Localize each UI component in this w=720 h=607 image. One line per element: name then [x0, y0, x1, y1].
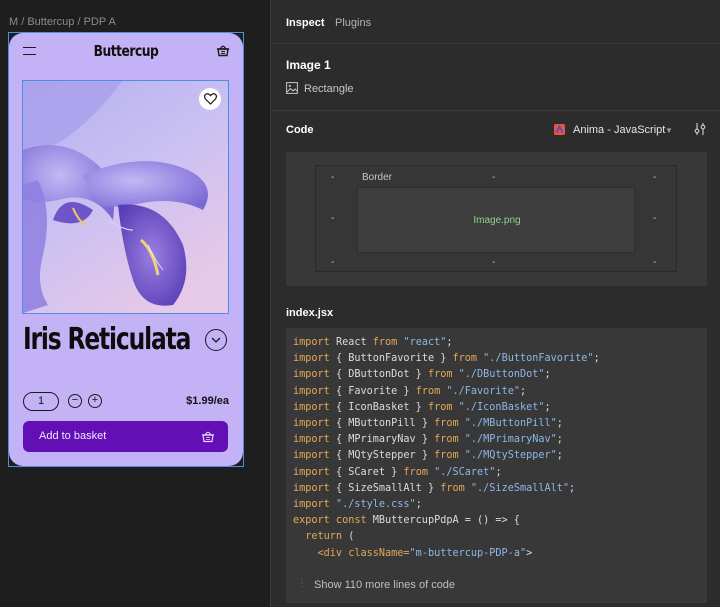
more-dots-icon: ⋮ [297, 578, 307, 589]
expand-caret-button[interactable] [205, 329, 227, 351]
layer-type: Rectangle [304, 83, 354, 95]
border-label: Border [362, 172, 393, 183]
box-dash: - [653, 172, 657, 183]
layer-name: Image 1 [286, 58, 331, 72]
add-to-basket-label: Add to basket [39, 430, 107, 442]
quantity-decrement-button[interactable]: − [68, 394, 82, 408]
layer-info: Image 1 Rectangle [271, 44, 720, 111]
code-line: import { MQtyStepper } from "./MQtyStepp… [293, 450, 563, 462]
show-more-code-button[interactable]: Show 110 more lines of code [314, 579, 455, 591]
inspector-panel: Inspect Plugins Image 1 Rectangle Code A… [270, 0, 720, 607]
image-icon [286, 82, 298, 94]
box-dash: - [653, 257, 657, 268]
chevron-down-icon[interactable]: ▼ [665, 126, 673, 135]
box-dash: - [331, 213, 335, 224]
image-selection-outline [22, 80, 229, 314]
code-line: import "./style.css"; [293, 499, 422, 510]
code-line: import React from "react"; [293, 337, 453, 348]
code-viewer[interactable]: import React from "react"; import { Butto… [286, 328, 707, 603]
box-dash: - [492, 257, 496, 268]
framework-selector[interactable]: Anima - JavaScript [573, 124, 665, 136]
code-line: <div className="m-buttercup-PDP-a"> [293, 547, 533, 559]
box-model: - Border - - - - - - - Image.png [286, 152, 707, 286]
quantity-increment-button[interactable]: + [88, 394, 102, 408]
code-line: import { DButtonDot } from "./DButtonDot… [293, 369, 551, 381]
add-to-basket-button[interactable]: Add to basket [23, 421, 228, 452]
quantity-field[interactable]: 1 [23, 392, 59, 411]
code-section-heading: Code [286, 124, 314, 136]
tab-inspect[interactable]: Inspect [286, 17, 325, 29]
primary-nav: Buttercup [9, 33, 243, 69]
basket-icon [202, 431, 214, 443]
box-dash: - [492, 172, 496, 183]
code-line: export const MButtercupPdpA = () => { [293, 515, 520, 527]
code-line: return ( [293, 531, 355, 543]
code-line: import { MPrimaryNav } from "./MPrimaryN… [293, 434, 563, 446]
brand-logo[interactable]: Buttercup [30, 42, 222, 60]
code-line: import { Favorite } from "./Favorite"; [293, 385, 527, 397]
design-canvas[interactable]: M / Buttercup / PDP A Buttercup Iris Ret… [0, 0, 270, 607]
content-box-label: Image.png [473, 215, 521, 226]
code-line: import { SizeSmallAlt } from "./SizeSmal… [293, 482, 576, 494]
product-title: Iris Reticulata [23, 322, 191, 357]
product-price: $1.99/ea [186, 395, 229, 407]
box-dash: - [331, 257, 335, 268]
box-dash: - [653, 213, 657, 224]
code-line: import { IconBasket } from "./IconBasket… [293, 401, 551, 413]
settings-sliders-icon[interactable] [693, 122, 707, 136]
tab-plugins[interactable]: Plugins [335, 17, 371, 29]
code-line: import { ButtonFavorite } from "./Button… [293, 353, 600, 365]
anima-logo-icon [554, 124, 565, 135]
code-file-name: index.jsx [286, 307, 334, 319]
border-box: - Border - - - - - - - Image.png [315, 165, 677, 272]
chevron-down-icon [211, 337, 221, 343]
code-line: import { SCaret } from "./SCaret"; [293, 466, 502, 478]
frame-label[interactable]: M / Buttercup / PDP A [9, 16, 116, 28]
code-line: import { MButtonPill } from "./MButtonPi… [293, 418, 563, 429]
box-dash: - [331, 172, 335, 183]
content-box: Image.png [357, 187, 635, 253]
basket-icon[interactable] [216, 43, 230, 57]
inspector-tabs: Inspect Plugins [271, 0, 720, 44]
